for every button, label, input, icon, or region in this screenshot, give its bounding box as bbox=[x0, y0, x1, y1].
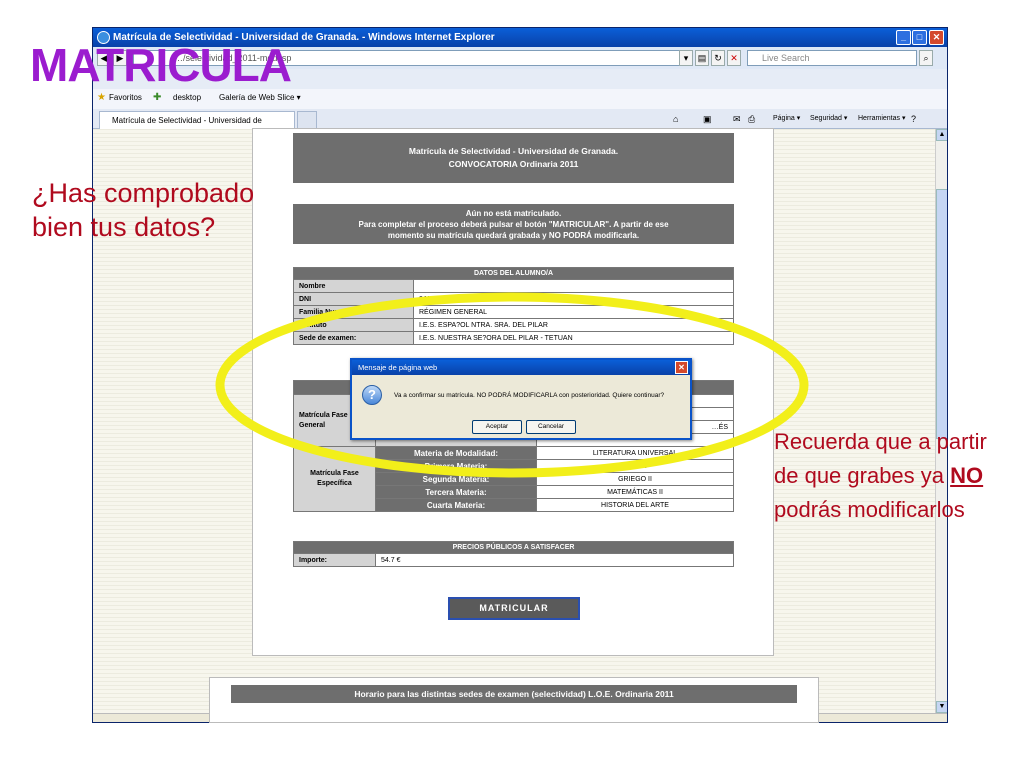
slide-note: Recuerda que a partir de que grabes ya N… bbox=[774, 425, 994, 527]
question-line1: ¿Has comprobado bbox=[32, 178, 255, 208]
highlight-ellipse bbox=[215, 292, 809, 478]
highlight-ring bbox=[215, 292, 809, 478]
slide-question: ¿Has comprobado bien tus datos? bbox=[32, 176, 254, 244]
note-no: NO bbox=[950, 463, 984, 488]
question-line2: bien tus datos? bbox=[32, 212, 216, 242]
note-after: podrás modificarlos bbox=[774, 497, 965, 522]
slide-title: MATRICULA bbox=[30, 39, 292, 91]
